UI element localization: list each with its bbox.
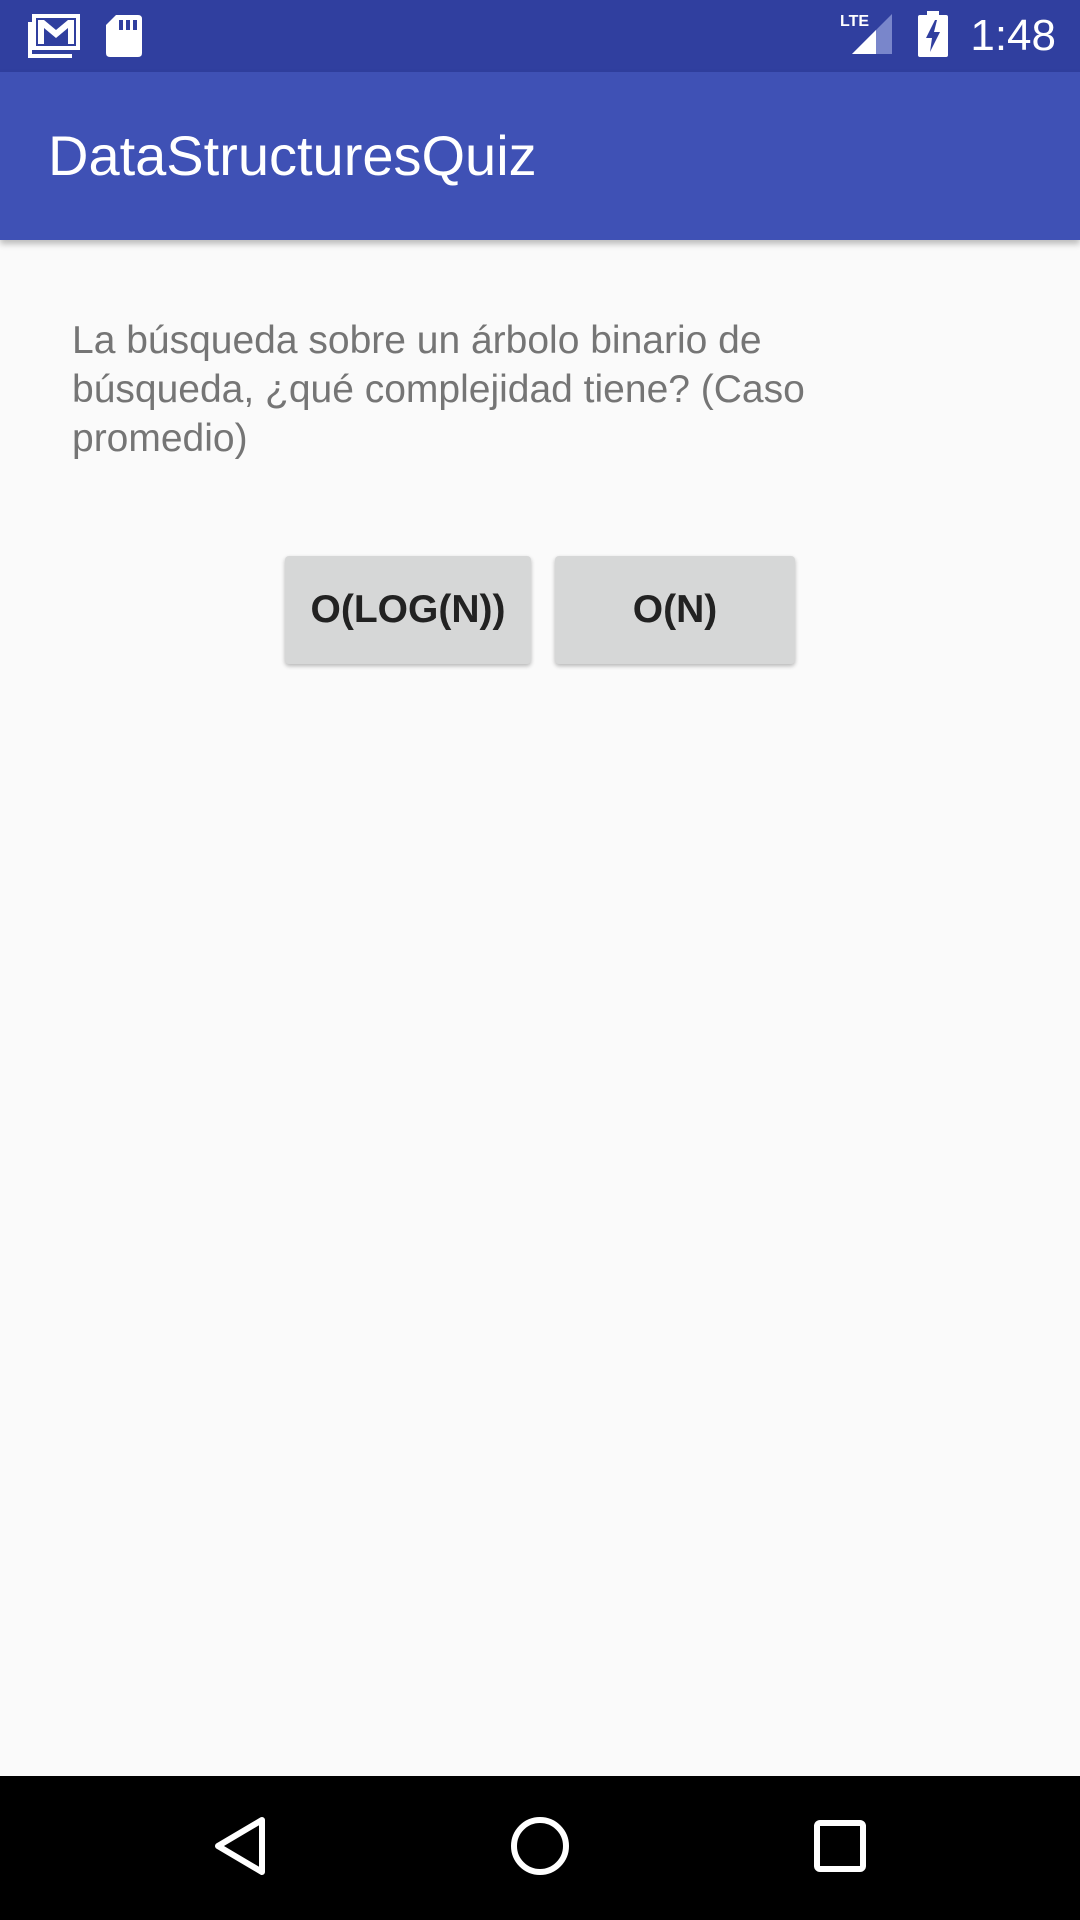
answer-button-ologn[interactable]: O(LOG(N)) <box>285 556 531 664</box>
answer-button-on[interactable]: O(N) <box>555 556 795 664</box>
home-icon <box>509 1815 571 1881</box>
lte-signal-icon: LTE <box>840 12 896 60</box>
sd-card-icon <box>106 15 142 61</box>
navigation-bar <box>0 1776 1080 1920</box>
app-bar: DataStructuresQuiz <box>0 72 1080 240</box>
answer-buttons: O(LOG(N)) O(N) <box>0 556 1080 664</box>
back-icon <box>210 1815 270 1881</box>
clock: 1:48 <box>970 11 1056 60</box>
notification-icons <box>28 14 142 62</box>
gmail-icon <box>28 14 80 62</box>
app-title: DataStructuresQuiz <box>48 124 537 187</box>
battery-charging-icon <box>918 11 949 61</box>
recents-button[interactable] <box>790 1798 890 1898</box>
home-button[interactable] <box>490 1798 590 1898</box>
question-text: La búsqueda sobre un árbolo binario de b… <box>72 319 805 460</box>
back-button[interactable] <box>190 1798 290 1898</box>
status-bar: LTE 1:48 <box>0 0 1080 72</box>
recents-icon <box>812 1818 868 1878</box>
quiz-content: La búsqueda sobre un árbolo binario de b… <box>0 240 1080 1776</box>
system-status: LTE 1:48 <box>840 0 1056 72</box>
svg-text:LTE: LTE <box>840 13 869 30</box>
